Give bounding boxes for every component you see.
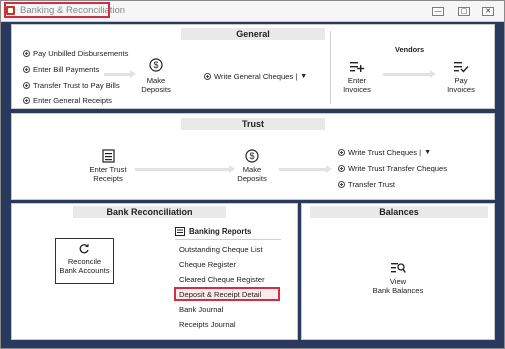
flow-arrow — [135, 165, 235, 173]
pay-invoices[interactable]: Pay Invoices — [440, 76, 482, 94]
write-trust-transfer-cheques-option[interactable]: Write Trust Transfer Cheques — [338, 164, 447, 173]
flow-arrow — [383, 70, 436, 78]
restore-button[interactable]: ▢ — [458, 7, 470, 16]
title-highlight — [4, 2, 110, 18]
receipts-journal-link[interactable]: Receipts Journal — [179, 320, 236, 329]
reconcile-bank-accounts-button[interactable]: Reconcile Bank Accounts — [55, 238, 114, 284]
vertical-divider — [330, 31, 331, 104]
report-icon — [175, 227, 185, 236]
balances-header: Balances — [310, 206, 488, 218]
plus-circle-icon — [338, 165, 345, 172]
balances-panel: Balances View Bank Balances — [301, 203, 495, 340]
view-bank-balances[interactable]: View Bank Balances — [359, 277, 437, 295]
plus-circle-icon — [338, 149, 345, 156]
add-list-icon[interactable] — [349, 61, 365, 73]
write-trust-cheques-option[interactable]: Write Trust Cheques | ▼ — [338, 148, 431, 157]
plus-circle-icon — [204, 73, 211, 80]
svg-text:$: $ — [153, 60, 158, 70]
trust-panel: Trust Enter Trust Receipts $ Make Deposi… — [11, 113, 495, 200]
flow-arrow — [279, 165, 332, 173]
banking-reports-title: Banking Reports — [189, 227, 252, 236]
outstanding-cheque-list-link[interactable]: Outstanding Cheque List — [179, 245, 263, 254]
dropdown-triangle-icon[interactable]: ▼ — [424, 149, 431, 156]
write-general-cheques-option[interactable]: Write General Cheques | ▼ — [204, 72, 307, 81]
general-header: General — [181, 28, 325, 40]
minimize-button[interactable]: — — [432, 7, 444, 16]
close-button[interactable]: ✕ — [482, 7, 494, 16]
dollar-icon[interactable]: $ — [245, 149, 259, 163]
transfer-trust-to-pay-bills-option[interactable]: Transfer Trust to Pay Bills — [23, 81, 120, 90]
refresh-icon — [79, 244, 89, 254]
deposit-receipt-detail-link[interactable]: Deposit & Receipt Detail — [179, 290, 261, 299]
dropdown-triangle-icon[interactable]: ▼ — [300, 73, 307, 80]
pay-unbilled-disbursements-option[interactable]: Pay Unbilled Disbursements — [23, 49, 128, 58]
enter-bill-payments-option[interactable]: Enter Bill Payments — [23, 65, 99, 74]
bank-reconciliation-panel: Bank Reconciliation Reconcile Bank Accou… — [11, 203, 298, 340]
enter-invoices[interactable]: Enter Invoices — [336, 76, 378, 94]
bank-reconciliation-header: Bank Reconciliation — [73, 206, 226, 218]
title-bar: Banking & Reconciliation — ▢ ✕ — [1, 1, 504, 22]
plus-circle-icon — [23, 66, 30, 73]
enter-general-receipts-option[interactable]: Enter General Receipts — [23, 96, 112, 105]
plus-circle-icon — [338, 181, 345, 188]
search-list-icon[interactable] — [390, 262, 406, 274]
general-panel: General Pay Unbilled Disbursements Enter… — [11, 24, 495, 109]
trust-header: Trust — [181, 118, 325, 130]
plus-circle-icon — [23, 97, 30, 104]
transfer-trust-option[interactable]: Transfer Trust — [338, 180, 395, 189]
banking-reconciliation-window: Banking & Reconciliation — ▢ ✕ General P… — [0, 0, 505, 349]
plus-circle-icon — [23, 82, 30, 89]
reports-divider — [175, 239, 281, 240]
enter-trust-receipts[interactable]: Enter Trust Receipts — [78, 165, 138, 183]
dollar-icon[interactable]: $ — [149, 58, 163, 72]
reconcile-bank-accounts-label: Reconcile Bank Accounts — [59, 257, 110, 275]
svg-text:$: $ — [249, 151, 254, 161]
flow-arrow — [104, 70, 136, 78]
vendors-label: Vendors — [395, 45, 425, 54]
checklist-icon[interactable] — [453, 61, 469, 73]
bank-journal-link[interactable]: Bank Journal — [179, 305, 223, 314]
make-deposits-trust[interactable]: Make Deposits — [230, 165, 274, 183]
make-deposits-general[interactable]: Make Deposits — [134, 76, 178, 94]
cleared-cheque-register-link[interactable]: Cleared Cheque Register — [179, 275, 265, 284]
receipt-icon[interactable] — [102, 149, 115, 163]
cheque-register-link[interactable]: Cheque Register — [179, 260, 236, 269]
plus-circle-icon — [23, 50, 30, 57]
